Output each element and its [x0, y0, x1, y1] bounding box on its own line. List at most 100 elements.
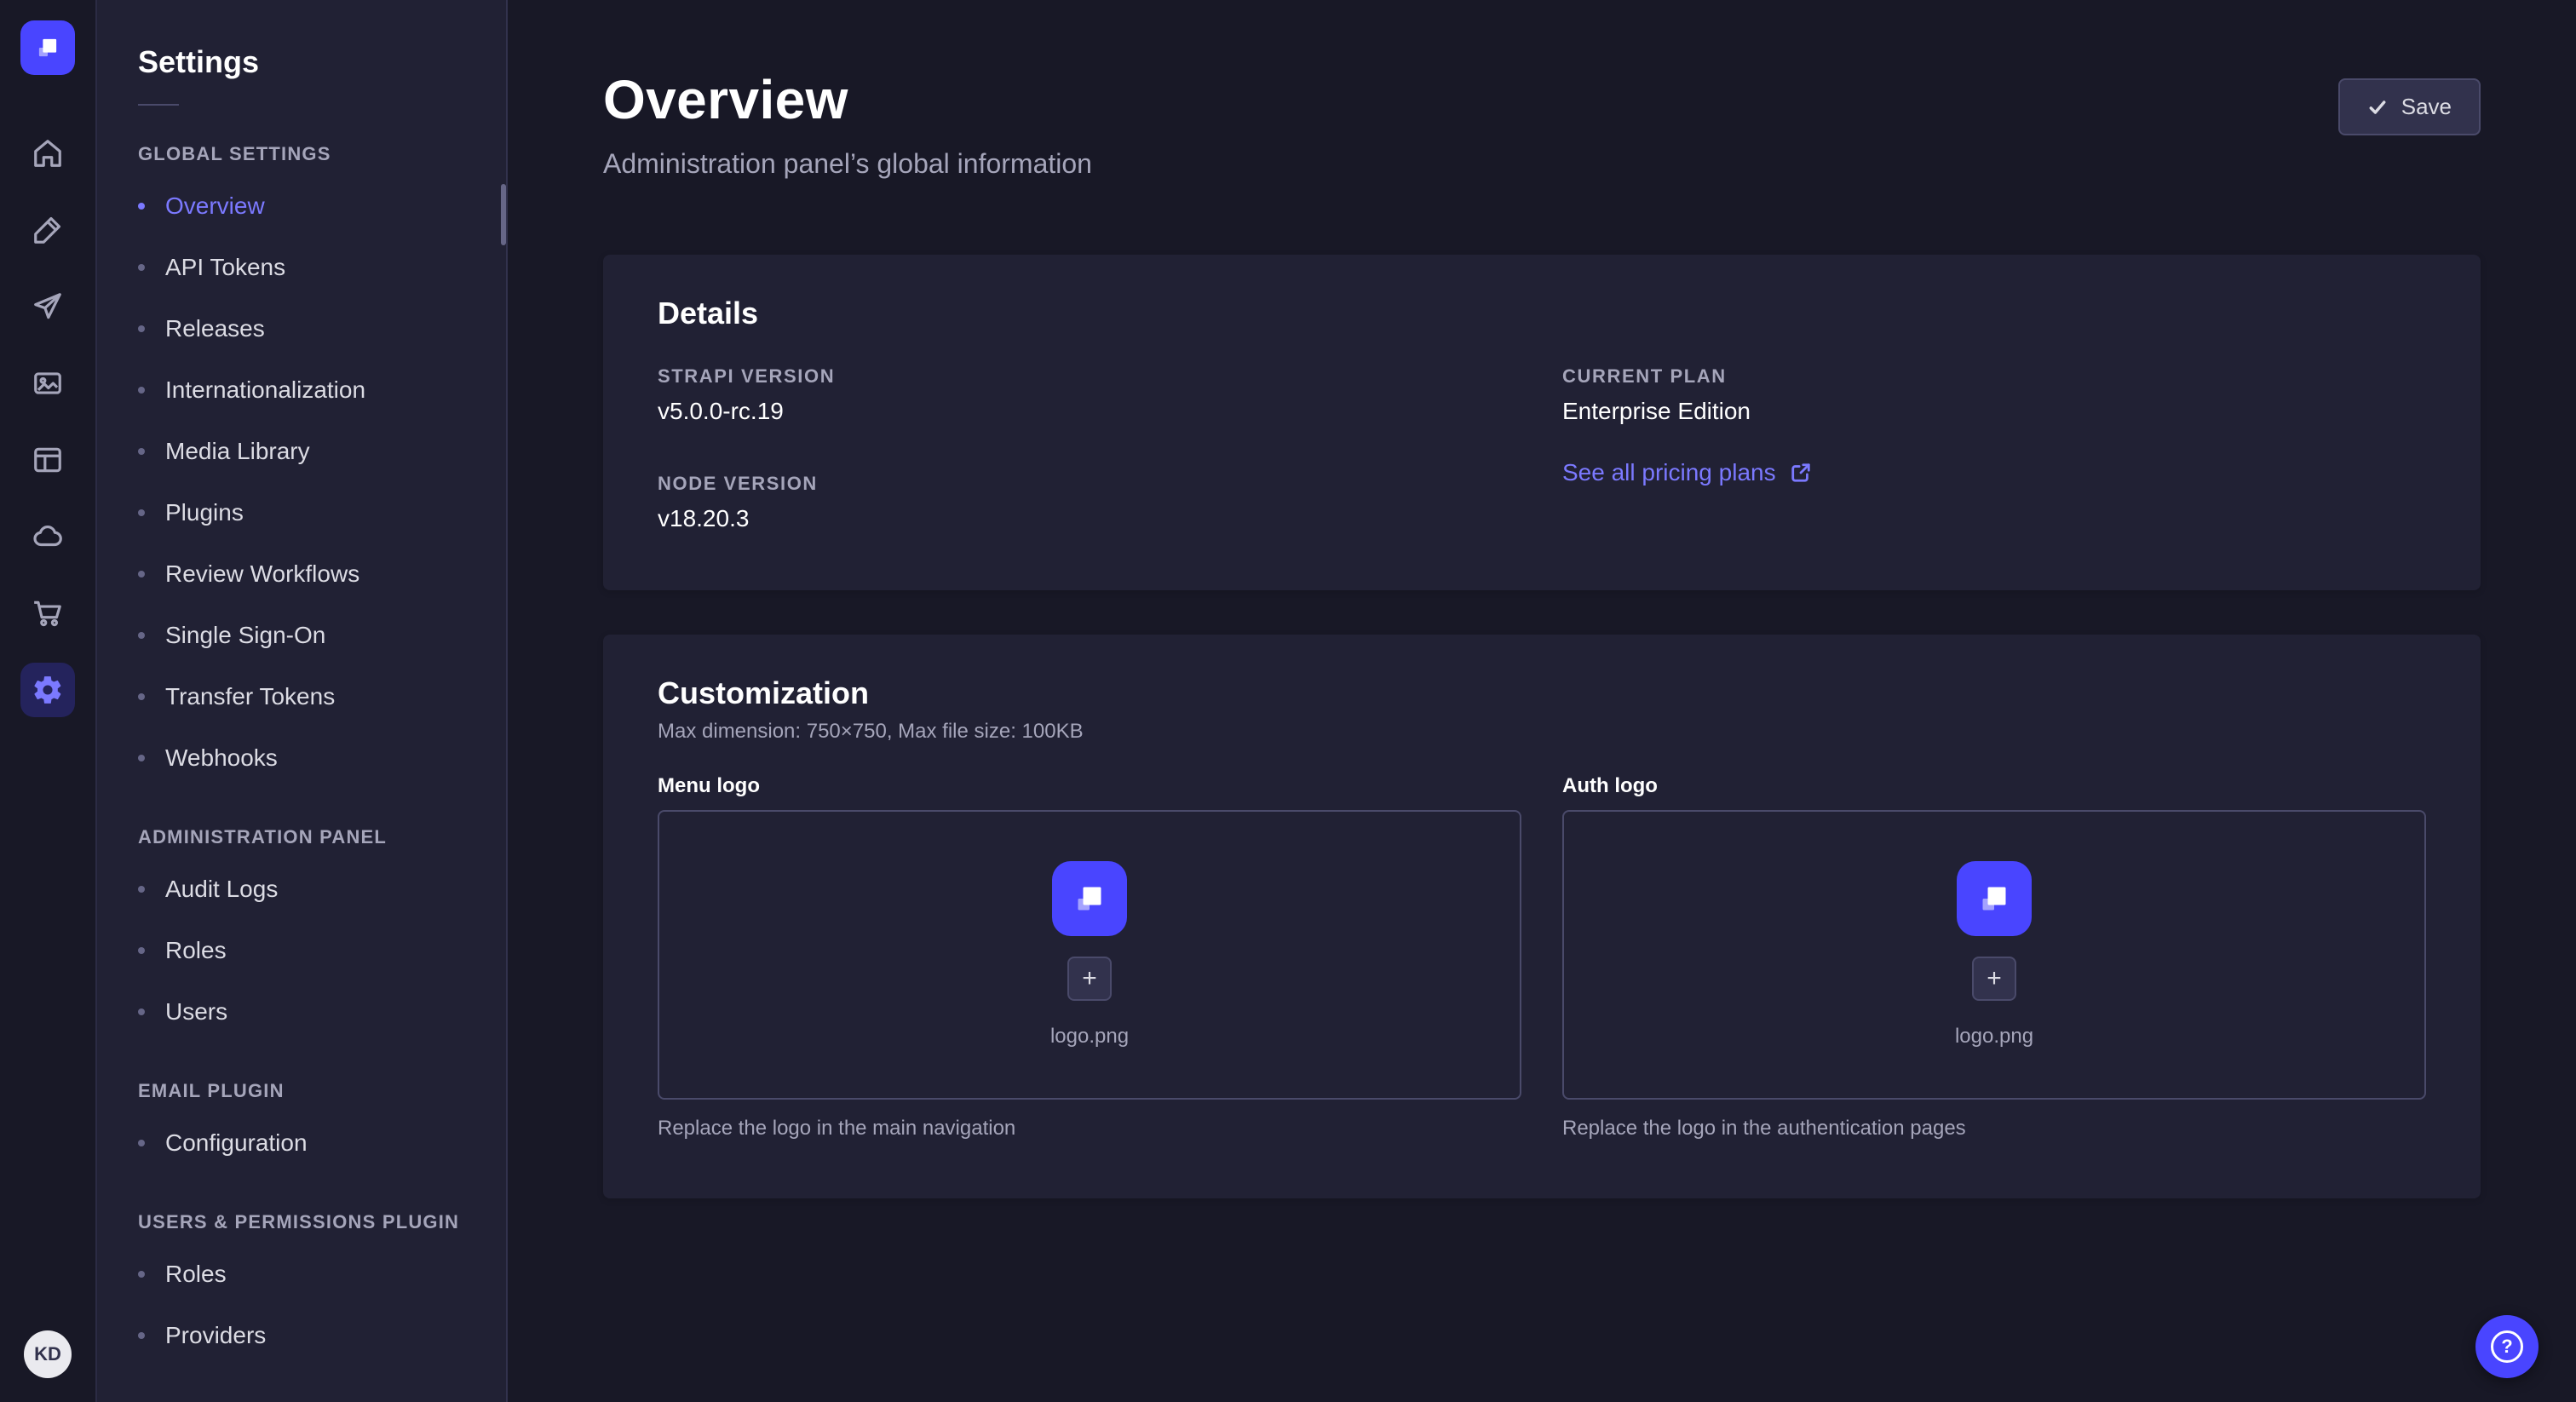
rail-item-paintbrush[interactable]: [20, 203, 75, 257]
bullet-icon: [138, 509, 145, 516]
sidebar-item-review-workflows[interactable]: Review Workflows: [97, 543, 506, 605]
avatar-initials: KD: [34, 1343, 61, 1365]
details-right-column: CURRENT PLAN Enterprise Edition See all …: [1562, 365, 2426, 532]
sidebar-item-transfer-tokens[interactable]: Transfer Tokens: [97, 666, 506, 727]
sidebar-item-label: Releases: [165, 315, 265, 342]
logo-grid: Menu logo + logo.png: [658, 774, 2426, 1141]
sidebar-item-releases[interactable]: Releases: [97, 298, 506, 359]
rail-nav: [20, 126, 75, 717]
layout-icon: [32, 444, 64, 476]
cart-icon: [32, 597, 64, 629]
details-grid: STRAPI VERSION v5.0.0-rc.19 NODE VERSION…: [658, 365, 2426, 532]
rail-item-paper-plane[interactable]: [20, 279, 75, 334]
bullet-icon: [138, 632, 145, 639]
details-card: Details STRAPI VERSION v5.0.0-rc.19 NODE…: [603, 255, 2481, 590]
images-icon: [32, 367, 64, 399]
sidebar-item-label: Single Sign-On: [165, 622, 325, 649]
save-button[interactable]: Save: [2338, 78, 2481, 135]
cards-container: Details STRAPI VERSION v5.0.0-rc.19 NODE…: [603, 255, 2481, 1198]
settings-sidebar: Settings GLOBAL SETTINGS Overview API To…: [97, 0, 508, 1402]
rail-item-layout[interactable]: [20, 433, 75, 487]
strapi-logo[interactable]: [20, 20, 75, 75]
menu-logo-add-button[interactable]: +: [1067, 957, 1112, 1001]
app-root: KD Settings GLOBAL SETTINGS Overview API…: [0, 0, 2576, 1402]
help-button[interactable]: ?: [2475, 1315, 2539, 1378]
sidebar-item-label: Providers: [165, 1322, 266, 1349]
sidebar-item-label: Plugins: [165, 499, 244, 526]
menu-logo-block: Menu logo + logo.png: [658, 774, 1521, 1141]
sidebar-item-media-library[interactable]: Media Library: [97, 421, 506, 482]
details-card-title: Details: [658, 296, 2426, 331]
sidebar-item-label: Audit Logs: [165, 876, 278, 903]
sidebar-item-providers[interactable]: Providers: [97, 1305, 506, 1366]
rail-item-cloud[interactable]: [20, 509, 75, 564]
auth-logo-add-button[interactable]: +: [1972, 957, 2016, 1001]
main-nav-rail: KD: [0, 0, 97, 1402]
nav-list-global-settings: Overview API Tokens Releases Internation…: [97, 175, 506, 789]
sidebar-item-label: Configuration: [165, 1129, 308, 1157]
sidebar-item-overview[interactable]: Overview: [97, 175, 506, 237]
sidebar-item-internationalization[interactable]: Internationalization: [97, 359, 506, 421]
bullet-icon: [138, 755, 145, 761]
settings-title: Settings: [97, 44, 506, 80]
rail-item-marketplace[interactable]: [20, 586, 75, 641]
gear-icon: [32, 674, 64, 706]
sidebar-item-up-roles[interactable]: Roles: [97, 1244, 506, 1305]
question-mark-icon: ?: [2491, 1330, 2523, 1363]
pricing-plans-link-label: See all pricing plans: [1562, 459, 1776, 486]
sidebar-item-webhooks[interactable]: Webhooks: [97, 727, 506, 789]
menu-logo-preview: [1052, 861, 1127, 936]
bullet-icon: [138, 1332, 145, 1339]
rail-item-media[interactable]: [20, 356, 75, 411]
menu-logo-hint: Replace the logo in the main navigation: [658, 1117, 1521, 1141]
bullet-icon: [138, 1271, 145, 1278]
field-value: v18.20.3: [658, 505, 1521, 532]
rail-item-settings[interactable]: [20, 663, 75, 717]
divider: [138, 104, 179, 106]
paper-plane-icon: [32, 290, 64, 323]
strapi-version-field: STRAPI VERSION v5.0.0-rc.19: [658, 365, 1521, 425]
current-plan-field: CURRENT PLAN Enterprise Edition: [1562, 365, 2426, 425]
sidebar-item-plugins[interactable]: Plugins: [97, 482, 506, 543]
sidebar-item-users[interactable]: Users: [97, 981, 506, 1043]
rail-item-home[interactable]: [20, 126, 75, 181]
menu-logo-filename: logo.png: [1050, 1025, 1129, 1049]
sidebar-item-label: API Tokens: [165, 254, 285, 281]
sidebar-item-label: Webhooks: [165, 744, 278, 772]
sidebar-item-label: Roles: [165, 1261, 227, 1288]
sidebar-item-label: Internationalization: [165, 376, 365, 404]
bullet-icon: [138, 1008, 145, 1015]
bullet-icon: [138, 203, 145, 210]
field-label: STRAPI VERSION: [658, 365, 1521, 388]
details-left-column: STRAPI VERSION v5.0.0-rc.19 NODE VERSION…: [658, 365, 1521, 532]
section-heading-global-settings: GLOBAL SETTINGS: [97, 143, 506, 165]
bullet-icon: [138, 387, 145, 394]
scrollbar-thumb[interactable]: [501, 184, 506, 245]
pricing-plans-link[interactable]: See all pricing plans: [1562, 459, 1812, 486]
menu-logo-dropzone[interactable]: + logo.png: [658, 810, 1521, 1100]
sidebar-item-label: Users: [165, 998, 227, 1026]
customization-card: Customization Max dimension: 750×750, Ma…: [603, 635, 2481, 1198]
auth-logo-dropzone[interactable]: + logo.png: [1562, 810, 2426, 1100]
sidebar-item-audit-logs[interactable]: Audit Logs: [97, 859, 506, 920]
sidebar-item-single-sign-on[interactable]: Single Sign-On: [97, 605, 506, 666]
avatar[interactable]: KD: [24, 1330, 72, 1378]
bullet-icon: [138, 693, 145, 700]
customization-card-subtitle: Max dimension: 750×750, Max file size: 1…: [658, 720, 2426, 744]
auth-logo-block: Auth logo + logo.png: [1562, 774, 2426, 1141]
strapi-mark-icon: [1974, 878, 2015, 919]
sidebar-item-label: Roles: [165, 937, 227, 964]
sidebar-item-configuration[interactable]: Configuration: [97, 1112, 506, 1174]
home-icon: [32, 137, 64, 170]
bullet-icon: [138, 325, 145, 332]
section-heading-administration-panel: ADMINISTRATION PANEL: [97, 826, 506, 848]
sidebar-item-label: Transfer Tokens: [165, 683, 335, 710]
field-label: NODE VERSION: [658, 473, 1521, 495]
section-heading-email-plugin: EMAIL PLUGIN: [97, 1080, 506, 1102]
external-link-icon: [1790, 462, 1812, 484]
sidebar-item-api-tokens[interactable]: API Tokens: [97, 237, 506, 298]
node-version-field: NODE VERSION v18.20.3: [658, 473, 1521, 532]
bullet-icon: [138, 886, 145, 893]
sidebar-item-roles[interactable]: Roles: [97, 920, 506, 981]
check-icon: [2367, 97, 2388, 118]
